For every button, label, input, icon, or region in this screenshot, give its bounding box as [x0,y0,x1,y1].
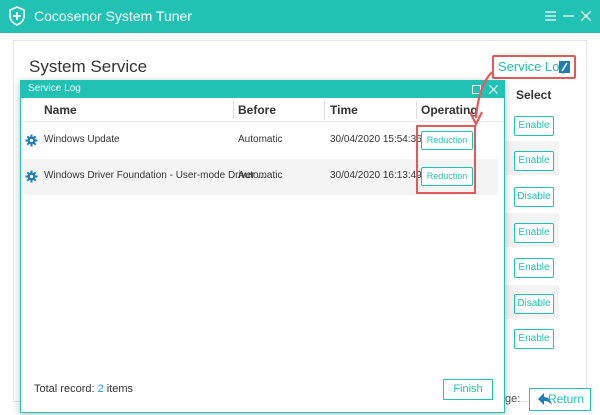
return-button[interactable]: Return [529,388,591,411]
page-title: System Service [29,57,148,76]
service-before: Automatic [238,134,283,145]
select-toggle-button[interactable]: Disable [514,187,554,207]
dialog-titlebar: Service Log [21,81,504,98]
dialog-title: Service Log [28,83,81,94]
table-header: Name Before Time Operating [21,98,504,122]
return-arrow-icon [538,393,552,405]
minimize-button[interactable] [559,6,577,26]
select-toggle-button[interactable]: Enable [514,258,554,278]
annotation-arrow [469,71,493,127]
highlight-box [416,125,476,194]
select-toggle-button[interactable]: Enable [514,329,554,349]
return-label: Return [547,392,584,406]
shield-plus-icon [9,6,25,26]
gear-icon [25,170,38,183]
total-record: Total record: 2 items [34,383,133,395]
select-toggle-button[interactable]: Enable [514,151,554,171]
service-name: Windows Driver Foundation - User-mode Dr… [44,170,266,181]
gear-icon [25,134,38,147]
select-column-header: Select [516,88,552,102]
select-toggle-button[interactable]: Enable [514,116,554,136]
service-time: 30/04/2020 15:54:36 [330,134,422,145]
close-icon [580,10,592,22]
service-log-label: Service Log [498,59,567,74]
app-titlebar: Cocosenor System Tuner [0,0,600,33]
service-time: 30/04/2020 16:13:49 [330,170,422,181]
total-count: 2 [97,383,104,395]
close-button[interactable] [577,6,595,26]
service-before: Automatic [238,170,283,181]
finish-button[interactable]: Finish [443,379,493,400]
service-log-link[interactable]: Service Log [492,55,576,79]
select-toggle-button[interactable]: Enable [514,223,554,243]
column-header-before: Before [238,103,277,117]
service-name: Windows Update [44,134,120,145]
total-label: Total record: [34,383,95,395]
minimize-icon [562,15,574,17]
column-separator [324,101,325,119]
app-title: Cocosenor System Tuner [34,8,192,24]
select-toggle-button[interactable]: Disable [514,294,554,314]
book-icon [559,61,570,73]
column-separator [416,101,417,119]
footer-text-fragment: ge: [505,393,521,405]
column-header-name: Name [44,103,77,117]
total-unit: items [106,383,134,395]
column-separator [233,101,234,119]
menu-button[interactable] [541,6,559,26]
column-header-time: Time [330,103,358,117]
hamburger-icon [544,11,556,21]
